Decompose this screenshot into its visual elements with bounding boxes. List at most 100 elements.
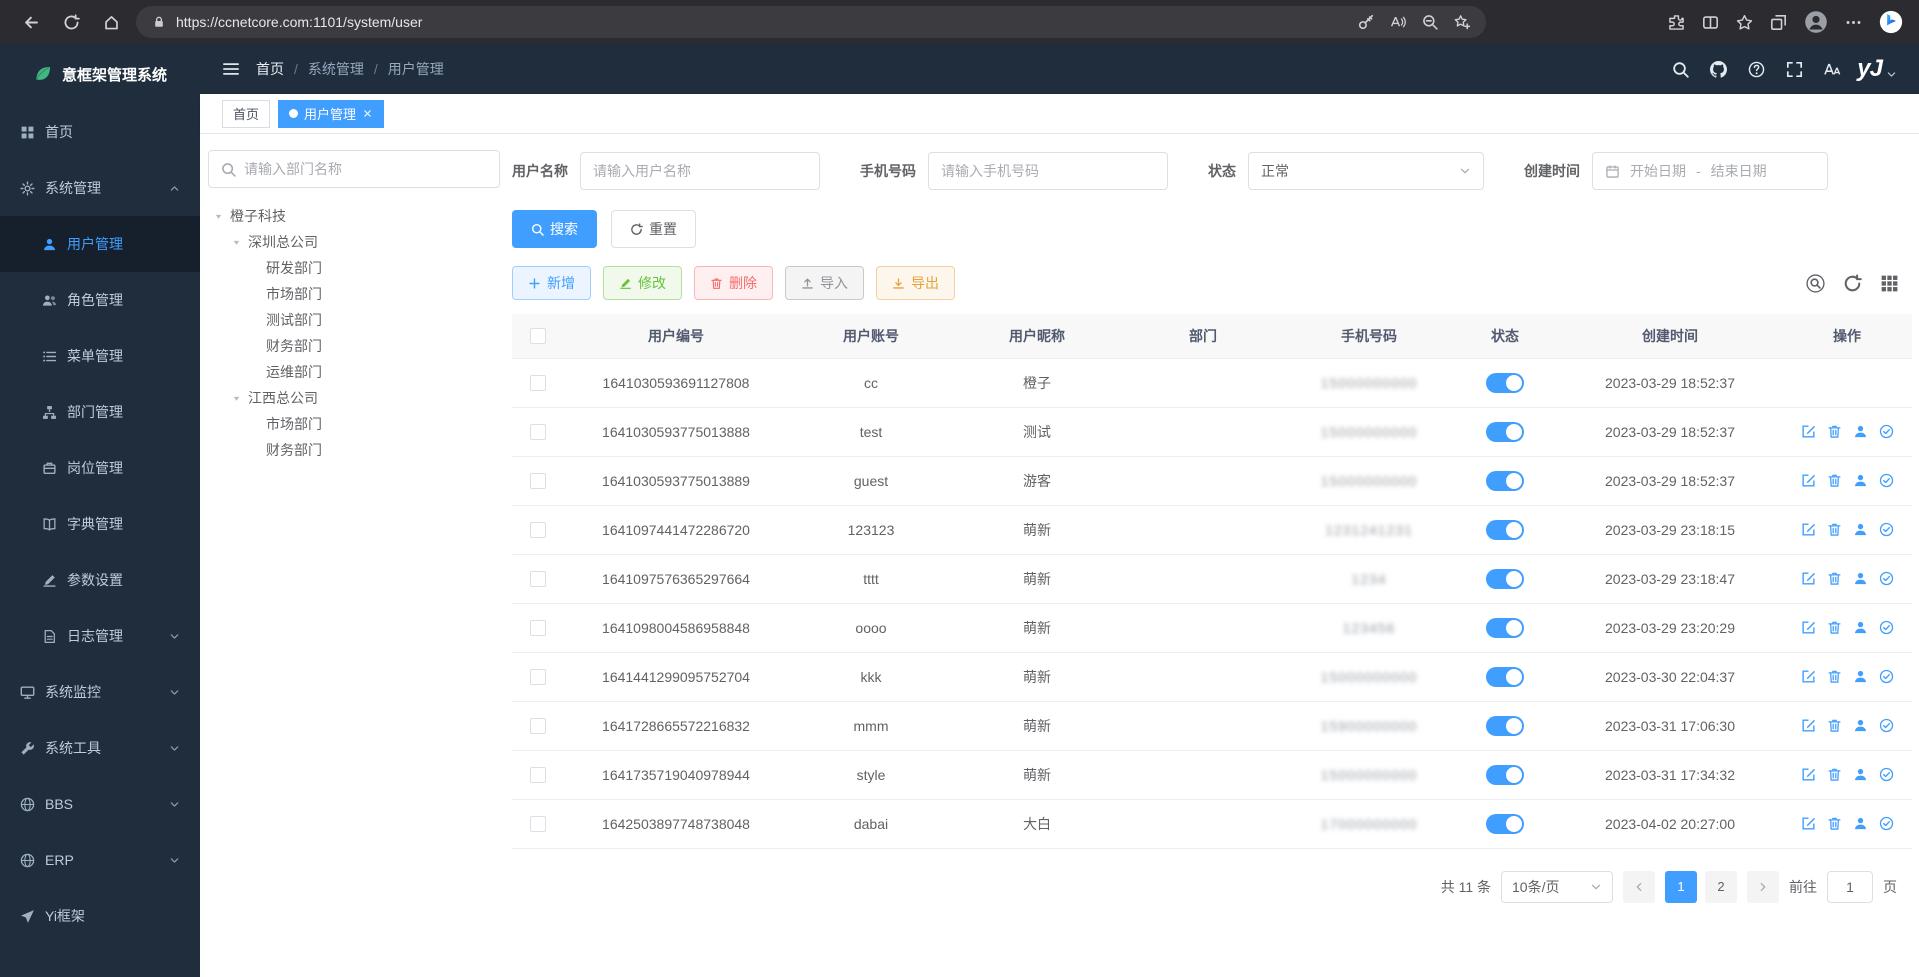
edit-square-icon[interactable]: [1801, 767, 1816, 782]
row-checkbox[interactable]: [530, 767, 546, 783]
status-toggle[interactable]: [1486, 471, 1524, 491]
github-icon[interactable]: [1710, 61, 1727, 78]
delete-icon[interactable]: [1827, 424, 1842, 439]
row-checkbox[interactable]: [530, 669, 546, 685]
edit-square-icon[interactable]: [1801, 620, 1816, 635]
search-button[interactable]: 搜索: [512, 210, 597, 248]
phone-input[interactable]: [928, 152, 1168, 190]
status-select[interactable]: 正常: [1248, 152, 1484, 190]
prev-page-button[interactable]: [1623, 871, 1655, 903]
check-circle-icon[interactable]: [1879, 424, 1894, 439]
collections-icon[interactable]: [1770, 14, 1787, 31]
check-circle-icon[interactable]: [1879, 718, 1894, 733]
goto-page-input[interactable]: [1827, 871, 1873, 903]
zoom-out-icon[interactable]: [1422, 14, 1438, 30]
page-button-1[interactable]: 1: [1665, 871, 1697, 903]
back-button[interactable]: [14, 5, 48, 39]
delete-icon[interactable]: [1827, 816, 1842, 831]
sidebar-subitem[interactable]: 菜单管理: [0, 328, 200, 384]
url-text[interactable]: https://ccnetcore.com:1101/system/user: [176, 14, 1348, 30]
user-icon[interactable]: [1853, 620, 1868, 635]
check-circle-icon[interactable]: [1879, 767, 1894, 782]
tab-active[interactable]: 用户管理: [278, 100, 384, 128]
split-screen-icon[interactable]: [1702, 14, 1719, 31]
sidebar-subitem[interactable]: 用户管理: [0, 216, 200, 272]
check-circle-icon[interactable]: [1879, 669, 1894, 684]
tree-node[interactable]: 测试部门: [208, 307, 500, 333]
app-logo[interactable]: 意框架管理系统: [0, 44, 200, 104]
select-all-checkbox[interactable]: [530, 328, 546, 344]
more-icon[interactable]: [1845, 14, 1862, 31]
user-icon[interactable]: [1853, 718, 1868, 733]
tree-node[interactable]: 深圳总公司: [208, 229, 500, 255]
user-icon[interactable]: [1853, 767, 1868, 782]
sidebar-item[interactable]: 首页: [0, 104, 200, 160]
toolbar-primary-button[interactable]: 新增: [512, 266, 591, 300]
row-checkbox[interactable]: [530, 816, 546, 832]
tree-node[interactable]: 市场部门: [208, 411, 500, 437]
page-size-select[interactable]: 10条/页: [1501, 871, 1613, 903]
user-icon[interactable]: [1853, 473, 1868, 488]
sidebar-item[interactable]: ERP: [0, 832, 200, 888]
status-toggle[interactable]: [1486, 618, 1524, 638]
bing-icon[interactable]: [1879, 10, 1903, 34]
status-toggle[interactable]: [1486, 814, 1524, 834]
status-toggle[interactable]: [1486, 422, 1524, 442]
row-checkbox[interactable]: [530, 424, 546, 440]
refresh-icon[interactable]: [1843, 274, 1862, 293]
user-icon[interactable]: [1853, 571, 1868, 586]
tree-node[interactable]: 市场部门: [208, 281, 500, 307]
sidebar-item[interactable]: 系统工具: [0, 720, 200, 776]
delete-icon[interactable]: [1827, 767, 1842, 782]
edit-square-icon[interactable]: [1801, 571, 1816, 586]
toolbar-danger-button[interactable]: 删除: [694, 266, 773, 300]
sidebar-subitem[interactable]: 部门管理: [0, 384, 200, 440]
close-icon[interactable]: [362, 108, 373, 119]
status-toggle[interactable]: [1486, 520, 1524, 540]
row-checkbox[interactable]: [530, 620, 546, 636]
tree-node[interactable]: 财务部门: [208, 333, 500, 359]
tree-node[interactable]: 橙子科技: [208, 203, 500, 229]
row-checkbox[interactable]: [530, 375, 546, 391]
delete-icon[interactable]: [1827, 620, 1842, 635]
sidebar-item[interactable]: 系统监控: [0, 664, 200, 720]
sidebar-item[interactable]: 系统管理: [0, 160, 200, 216]
user-icon[interactable]: [1853, 424, 1868, 439]
search-circle-icon[interactable]: [1806, 274, 1825, 293]
check-circle-icon[interactable]: [1879, 620, 1894, 635]
fullscreen-icon[interactable]: [1786, 61, 1803, 78]
font-size-icon[interactable]: [1824, 61, 1841, 78]
grid-icon[interactable]: [1880, 274, 1899, 293]
tree-node[interactable]: 江西总公司: [208, 385, 500, 411]
delete-icon[interactable]: [1827, 522, 1842, 537]
tree-node[interactable]: 财务部门: [208, 437, 500, 463]
delete-icon[interactable]: [1827, 571, 1842, 586]
date-range-picker[interactable]: 开始日期 - 结束日期: [1592, 152, 1828, 190]
toolbar-info-button[interactable]: 导入: [785, 266, 864, 300]
search-icon[interactable]: [1672, 61, 1689, 78]
tab-item[interactable]: 首页: [222, 100, 270, 128]
user-menu[interactable]: yJ: [1857, 55, 1897, 83]
edit-square-icon[interactable]: [1801, 424, 1816, 439]
tree-node[interactable]: 研发部门: [208, 255, 500, 281]
sidebar-subitem[interactable]: 字典管理: [0, 496, 200, 552]
refresh-button[interactable]: [54, 5, 88, 39]
check-circle-icon[interactable]: [1879, 522, 1894, 537]
home-button[interactable]: [94, 5, 128, 39]
favorites-add-icon[interactable]: [1454, 14, 1470, 30]
menu-fold-icon[interactable]: [222, 60, 240, 78]
user-icon[interactable]: [1853, 669, 1868, 684]
check-circle-icon[interactable]: [1879, 473, 1894, 488]
sidebar-subitem[interactable]: 日志管理: [0, 608, 200, 664]
row-checkbox[interactable]: [530, 522, 546, 538]
row-checkbox[interactable]: [530, 473, 546, 489]
status-toggle[interactable]: [1486, 667, 1524, 687]
breadcrumb-item[interactable]: 首页: [256, 59, 284, 79]
check-circle-icon[interactable]: [1879, 571, 1894, 586]
username-input[interactable]: [580, 152, 820, 190]
tree-node[interactable]: 运维部门: [208, 359, 500, 385]
favorites-bar-icon[interactable]: [1736, 14, 1753, 31]
edit-square-icon[interactable]: [1801, 522, 1816, 537]
reset-button[interactable]: 重置: [611, 210, 696, 248]
status-toggle[interactable]: [1486, 765, 1524, 785]
